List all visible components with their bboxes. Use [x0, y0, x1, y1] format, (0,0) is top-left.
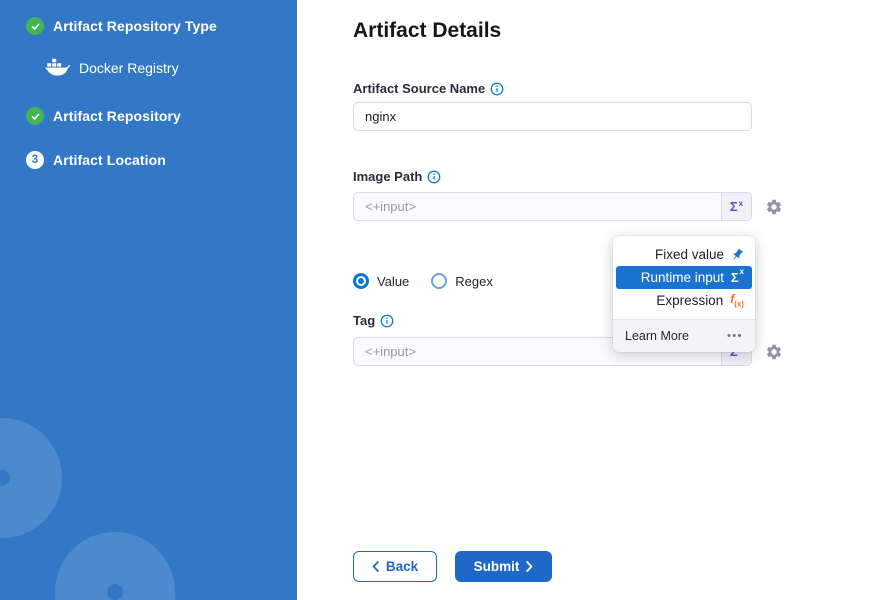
sidebar-substep-docker-registry[interactable]: Docker Registry: [44, 59, 179, 77]
label-text: Artifact Source Name: [353, 81, 485, 96]
sigma-icon: Σx: [731, 270, 744, 285]
menu-item-fixed-value[interactable]: Fixed value: [613, 243, 755, 266]
runtime-input-type-button[interactable]: Σx: [721, 193, 751, 220]
source-name-label: Artifact Source Name: [353, 81, 504, 96]
menu-item-label: Runtime input: [641, 270, 724, 285]
wizard-sidebar: Artifact Repository Type Docker Registry…: [0, 0, 297, 600]
dropdown-footer: Learn More •••: [613, 319, 755, 352]
radio-unselected-icon: [431, 273, 447, 289]
menu-item-label: Expression: [656, 293, 723, 308]
image-path-input-group: Σx: [353, 192, 752, 221]
sidebar-step-artifact-location[interactable]: 3 Artifact Location: [26, 151, 166, 169]
tag-settings-gear-icon[interactable]: [765, 343, 783, 361]
label-text: Tag: [353, 313, 375, 328]
substep-label: Docker Registry: [79, 60, 179, 76]
button-label: Back: [386, 559, 418, 574]
radio-value[interactable]: Value: [353, 273, 409, 289]
info-icon[interactable]: [380, 314, 394, 328]
source-name-input[interactable]: [353, 102, 752, 131]
artifact-details-panel: Artifact Details Artifact Source Name Im…: [297, 0, 890, 600]
sigma-icon: Σ: [730, 199, 738, 214]
check-icon: [26, 107, 44, 125]
harness-logo-watermark: [0, 393, 87, 563]
harness-logo-watermark: [30, 507, 200, 600]
back-button[interactable]: Back: [353, 551, 437, 582]
radio-label: Regex: [455, 274, 493, 289]
menu-item-label: Fixed value: [655, 247, 724, 262]
learn-more-link[interactable]: Learn More: [625, 329, 689, 343]
radio-label: Value: [377, 274, 409, 289]
wizard-footer-buttons: Back Submit: [353, 551, 552, 582]
step-number-badge: 3: [26, 151, 44, 169]
chevron-right-icon: [526, 561, 533, 572]
submit-button[interactable]: Submit: [455, 551, 552, 582]
tag-type-radio-group: Value Regex: [353, 273, 493, 289]
sigma-sup: x: [739, 199, 743, 208]
sidebar-step-artifact-repository-type[interactable]: Artifact Repository Type: [26, 17, 217, 35]
tag-label: Tag: [353, 313, 394, 328]
button-label: Submit: [474, 559, 520, 574]
info-icon[interactable]: [427, 170, 441, 184]
image-path-settings-gear-icon[interactable]: [765, 198, 783, 216]
more-options-icon[interactable]: •••: [727, 330, 743, 342]
image-path-label: Image Path: [353, 169, 441, 184]
fx-icon: f(x): [730, 292, 744, 308]
radio-selected-icon: [353, 273, 369, 289]
sidebar-step-artifact-repository[interactable]: Artifact Repository: [26, 107, 181, 125]
menu-item-runtime-input[interactable]: Runtime input Σx: [616, 266, 752, 289]
menu-item-expression[interactable]: Expression f(x): [613, 289, 755, 312]
step-label: Artifact Repository: [53, 108, 181, 124]
input-type-dropdown-menu: Fixed value Runtime input Σx Expression …: [613, 236, 755, 352]
chevron-left-icon: [372, 561, 379, 572]
label-text: Image Path: [353, 169, 422, 184]
radio-regex[interactable]: Regex: [431, 273, 493, 289]
docker-whale-icon: [44, 59, 70, 77]
step-label: Artifact Location: [53, 152, 166, 168]
step-label: Artifact Repository Type: [53, 18, 217, 34]
page-title: Artifact Details: [353, 19, 501, 43]
image-path-input[interactable]: [354, 193, 721, 220]
pin-icon: [728, 245, 746, 263]
check-icon: [26, 17, 44, 35]
info-icon[interactable]: [490, 82, 504, 96]
